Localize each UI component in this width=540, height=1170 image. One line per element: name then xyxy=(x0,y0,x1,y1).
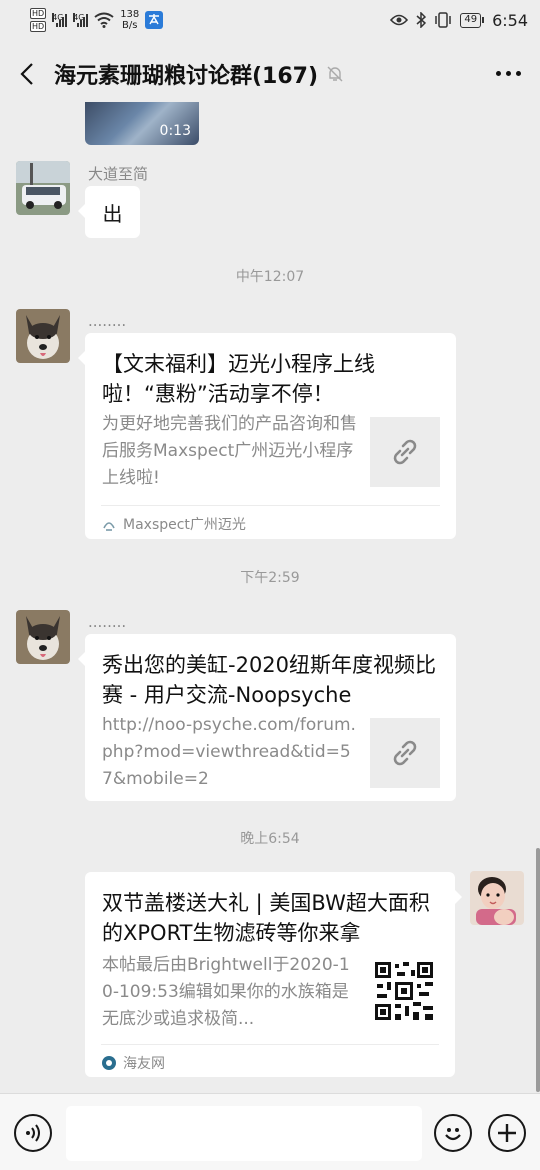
network-speed-value: 138 xyxy=(120,9,140,20)
link-card-description: http://noo-psyche.com/forum.php?mod=view… xyxy=(102,715,356,789)
plus-icon xyxy=(498,1124,516,1142)
link-thumbnail xyxy=(370,718,440,788)
battery-level: 49 xyxy=(460,12,482,28)
link-card[interactable]: 秀出您的美缸-2020纽斯年度视频比赛 - 用户交流-Noopsyche htt… xyxy=(78,634,456,801)
signal-icon-1: 4G xyxy=(52,13,68,27)
qr-code-thumbnail xyxy=(369,956,439,1026)
emoji-icon xyxy=(445,1128,461,1141)
mute-bell-icon xyxy=(327,66,343,82)
site-logo-icon xyxy=(102,1056,116,1070)
qr-code-icon xyxy=(373,960,435,1022)
timestamp: 中午12:07 xyxy=(235,269,305,285)
wifi-icon xyxy=(94,12,114,28)
sim2-network-label: 4G xyxy=(73,13,85,22)
link-card-title: 双节盖楼送大礼 | 美国BW超大面积的XPORT生物滤砖等你来拿 xyxy=(102,891,430,945)
link-thumbnail xyxy=(370,417,440,487)
sender-name: ........ xyxy=(88,613,127,631)
timestamp: 下午2:59 xyxy=(240,570,300,586)
chevron-left-icon xyxy=(20,63,33,85)
mini-program-icon xyxy=(103,522,115,531)
link-card[interactable]: 【文末福利】迈光小程序上线啦！“惠粉”活动享不停！ 为更好地完善我们的产品咨询和… xyxy=(78,333,456,539)
link-card[interactable]: 双节盖楼送大礼 | 美国BW超大面积的XPORT生物滤砖等你来拿 本帖最后由Br… xyxy=(85,872,462,1077)
chat-header: 海元素珊瑚粮讨论群(167) xyxy=(0,46,540,102)
avatar[interactable] xyxy=(16,610,70,664)
eye-icon xyxy=(390,14,409,26)
network-speed: 138 B/s xyxy=(120,9,139,31)
timestamp: 晚上6:54 xyxy=(240,831,300,847)
hd-badge-2: HD xyxy=(30,21,47,32)
voice-icon xyxy=(26,1124,40,1142)
network-speed-unit: B/s xyxy=(122,20,138,31)
link-card-description: 为更好地完善我们的产品咨询和售后服务Maxspect广州迈光小程序上线啦! xyxy=(102,414,357,488)
bluetooth-icon xyxy=(416,12,427,28)
message-input[interactable] xyxy=(66,1106,422,1161)
source-name: 海友网 xyxy=(123,1056,165,1072)
more-options-button[interactable] xyxy=(488,58,528,88)
sender-name: ........ xyxy=(88,312,127,330)
link-card-description: 本帖最后由Brightwell于2020-10-109:53编辑如果你的水族箱是… xyxy=(102,955,350,1029)
hd-badge-1: HD xyxy=(30,8,47,19)
avatar[interactable] xyxy=(16,161,70,215)
voice-input-button[interactable] xyxy=(14,1114,52,1152)
link-icon xyxy=(393,439,417,465)
video-duration: 0:13 xyxy=(159,123,191,139)
text-message[interactable]: 出 xyxy=(78,186,140,238)
link-card-source: 海友网 xyxy=(101,1044,439,1073)
video-message[interactable]: 0:13 xyxy=(85,102,199,145)
link-card-title: 秀出您的美缸-2020纽斯年度视频比赛 - 用户交流-Noopsyche xyxy=(102,653,437,707)
link-card-title: 【文末福利】迈光小程序上线啦！“惠粉”活动享不停！ xyxy=(102,352,375,406)
clock: 6:54 xyxy=(492,10,528,30)
battery-icon: 49 xyxy=(460,12,485,28)
back-button[interactable] xyxy=(0,46,54,102)
more-functions-button[interactable] xyxy=(488,1114,526,1152)
source-name: Maxspect广州迈光 xyxy=(123,517,246,533)
input-bar xyxy=(0,1093,540,1170)
translate-app-icon xyxy=(145,11,164,29)
avatar[interactable] xyxy=(16,309,70,363)
vibrate-icon xyxy=(435,12,452,28)
signal-icon-2: 4G xyxy=(73,13,89,27)
sim1-network-label: 4G xyxy=(52,13,64,22)
sender-name: 大道至简 xyxy=(88,165,149,183)
status-bar: HD HD 4G 4G 138 B/s 49 6:54 xyxy=(0,0,540,40)
link-icon xyxy=(393,740,417,766)
message-text: 出 xyxy=(102,201,123,226)
emoji-button[interactable] xyxy=(434,1114,472,1152)
self-avatar[interactable] xyxy=(470,871,524,925)
link-card-source: Maxspect广州迈光 xyxy=(101,505,440,534)
chat-title: 海元素珊瑚粮讨论群(167) xyxy=(54,64,319,89)
scrollbar[interactable] xyxy=(536,848,540,1092)
